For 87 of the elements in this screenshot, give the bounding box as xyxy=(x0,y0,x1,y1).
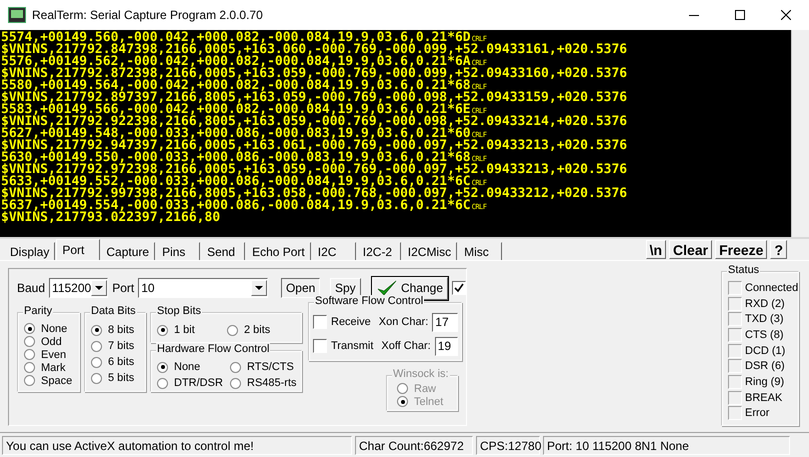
indicator-label: DSR (6) xyxy=(745,360,785,372)
radio-label: None xyxy=(174,361,200,373)
radio-label: RS485-rts xyxy=(247,377,297,389)
baud-label: Baud xyxy=(17,281,46,295)
indicator-label: Ring (9) xyxy=(745,376,784,388)
radio-label: DTR/DSR xyxy=(174,377,223,389)
radio-button[interactable] xyxy=(24,323,35,334)
terminal-line: $VNINS,217792.872398,2166,0005,+163.059,-000.769,-000.099,+52.09433160,+020.5376 xyxy=(1,68,628,80)
radio-label: Telnet xyxy=(414,396,444,408)
scrollbar[interactable] xyxy=(791,30,809,237)
caret-icon xyxy=(95,286,104,290)
indicator-label: RXD (2) xyxy=(745,298,785,310)
port-select[interactable]: 10 xyxy=(138,278,268,298)
group-title: Data Bits xyxy=(90,305,137,317)
radio-label: Space xyxy=(41,374,72,386)
group-title: Status xyxy=(727,264,760,276)
radio-button[interactable] xyxy=(91,324,102,336)
indicator-label: DCD (1) xyxy=(745,344,786,357)
radio-label: None xyxy=(41,322,68,334)
radio-button[interactable] xyxy=(157,378,168,388)
window-title: RealTerm: Serial Capture Program 2.0.0.70 xyxy=(32,8,264,22)
toolbar-button[interactable]: ? xyxy=(770,240,787,259)
radio-button[interactable] xyxy=(24,349,35,360)
terminal-line: $VNINS,217793.022397,2166,80 xyxy=(1,212,220,224)
radio-button[interactable] xyxy=(24,375,35,386)
input-field[interactable]: 17 xyxy=(432,312,458,332)
radio-button[interactable] xyxy=(91,372,102,384)
indicator-label: TXD (3) xyxy=(745,313,784,326)
minimize-icon xyxy=(689,14,699,16)
terminal-line: $VNINS,217792.897397,2166,8005,+163.059,-000.769,-000.098,+52.09433159,+020.5376 xyxy=(1,92,628,104)
maximize-icon xyxy=(735,10,745,20)
radio-label: 2 bits xyxy=(244,324,270,336)
toolbar-button[interactable]: Clear xyxy=(669,240,712,259)
close-icon xyxy=(781,10,791,20)
status-bar-text: Port: 10 115200 8N1 None xyxy=(543,436,790,455)
group-title: Winsock is: xyxy=(392,368,450,380)
toolbar-button[interactable]: Freeze xyxy=(715,240,768,259)
status-bar-text: You can use ActiveX automation to control me! xyxy=(2,436,352,455)
radio-label: Even xyxy=(41,348,66,360)
radio-label: Mark xyxy=(41,362,66,374)
radio-label: RTS/CTS xyxy=(247,361,294,373)
indicator-label: CTS (8) xyxy=(745,328,784,341)
caret-icon xyxy=(254,286,263,290)
indicator-label: Connected xyxy=(745,282,798,294)
field-label: Xon Char: xyxy=(378,316,428,328)
checkbox-label: Transmit xyxy=(331,340,374,352)
terminal-line: $VNINS,217792.997398,2166,8005,+163.058,-000.768,-000.097,+52.09433212,+020.5376 xyxy=(1,188,628,200)
radio-button[interactable] xyxy=(157,362,168,372)
radio-button[interactable] xyxy=(24,362,35,373)
radio-label: 5 bits xyxy=(108,372,134,384)
port-label: Port xyxy=(112,281,134,295)
checkbox[interactable] xyxy=(313,339,327,353)
input-field[interactable]: 19 xyxy=(434,336,458,356)
radio-button[interactable] xyxy=(157,324,168,336)
radio-label: 8 bits xyxy=(108,324,134,336)
radio-button[interactable] xyxy=(24,336,35,347)
radio-button[interactable] xyxy=(230,378,241,388)
checkbox-label: Receive xyxy=(331,316,371,328)
radio-label: Raw xyxy=(414,382,436,394)
radio-button[interactable] xyxy=(91,340,102,352)
toolbar-button[interactable]: \n xyxy=(646,240,666,259)
radio-label: 6 bits xyxy=(108,356,134,368)
tab[interactable]: Port xyxy=(56,239,100,260)
group-title: Stop Bits xyxy=(156,305,202,317)
radio-label: 7 bits xyxy=(108,340,134,352)
indicator-label: Error xyxy=(745,407,770,420)
terminal-line: $VNINS,217792.847398,2166,0005,+163.060,-000.769,-000.099,+52.09433161,+020.5376 xyxy=(1,44,628,56)
radio-label: 1 bit xyxy=(174,324,195,336)
group-title: Hardware Flow Control xyxy=(156,343,270,355)
radio-label: Odd xyxy=(41,336,62,348)
baud-select[interactable]: 115200 xyxy=(49,278,108,298)
radio-button[interactable] xyxy=(230,362,241,372)
terminal-line: $VNINS,217792.922398,2166,8005,+163.059,-000.769,-000.098,+52.09433214,+020.5376 xyxy=(1,116,628,128)
group-title: Parity xyxy=(23,305,54,317)
checkbox[interactable] xyxy=(452,281,466,295)
field-label: Xoff Char: xyxy=(381,340,431,352)
group-title: Software Flow Control xyxy=(314,295,424,307)
terminal-line: $VNINS,217792.947397,2166,0005,+163.061,-000.769,-000.097,+52.09433213,+020.5376 xyxy=(1,140,628,152)
indicator-label: BREAK xyxy=(745,392,782,404)
status-bar-text: Char Count:662972 xyxy=(355,436,473,455)
terminal-line: $VNINS,217792.972398,2166,0005,+163.059,-000.769,-000.097,+52.09433213,+020.5376 xyxy=(1,164,628,176)
checkbox[interactable] xyxy=(313,315,327,329)
radio-button[interactable] xyxy=(91,356,102,368)
check-icon xyxy=(454,283,464,293)
terminal-icon xyxy=(8,7,26,23)
status-bar-text: CPS:12780 xyxy=(476,436,540,455)
radio-button[interactable] xyxy=(227,324,238,336)
